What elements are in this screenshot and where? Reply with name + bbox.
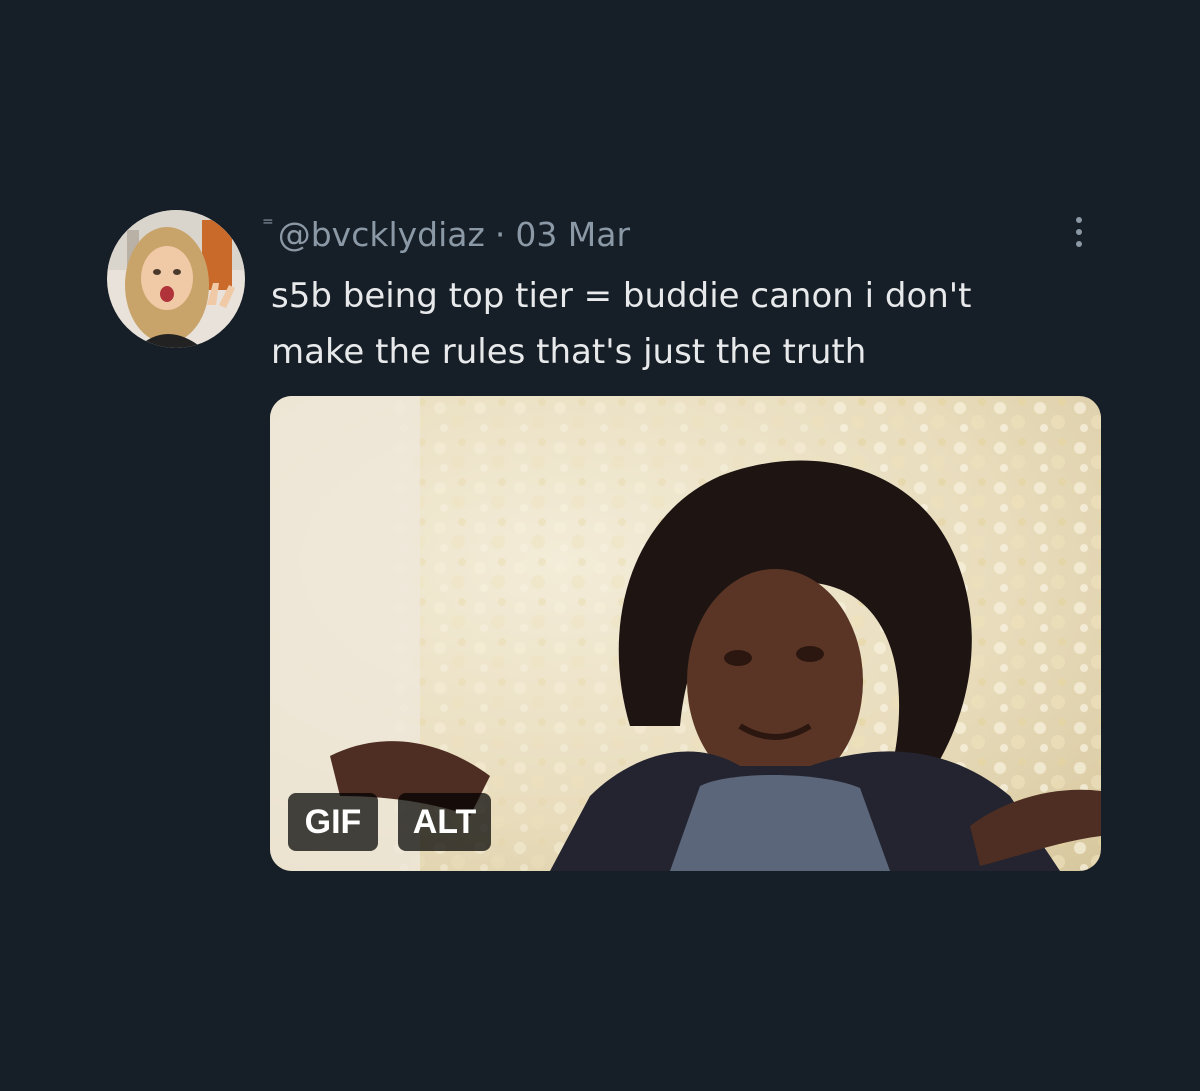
user-handle[interactable]: @bvcklydiaz (278, 215, 485, 254)
alt-text-button[interactable]: ALT (398, 793, 491, 851)
gif-badge: GIF (288, 793, 378, 851)
tweet-text: s5b being top tier = buddie canon i don'… (271, 268, 1131, 380)
display-name-mark: = (262, 214, 274, 230)
tweet-header: = @bvcklydiaz · 03 Mar (262, 212, 630, 256)
tweet-screenshot: = @bvcklydiaz · 03 Mar s5b being top tie… (0, 0, 1200, 1091)
tweet-media-gif[interactable] (270, 396, 1101, 871)
tweet-text-line-1: s5b being top tier = buddie canon i don'… (271, 276, 972, 316)
more-options-button[interactable] (1065, 212, 1093, 252)
avatar[interactable] (107, 210, 245, 348)
tweet-date[interactable]: 03 Mar (515, 215, 630, 254)
gif-image (270, 396, 1101, 871)
avatar-image (107, 210, 245, 348)
tweet-text-line-2: make the rules that's just the truth (271, 332, 867, 372)
header-separator: · (494, 214, 506, 254)
more-vertical-icon (1076, 217, 1082, 247)
